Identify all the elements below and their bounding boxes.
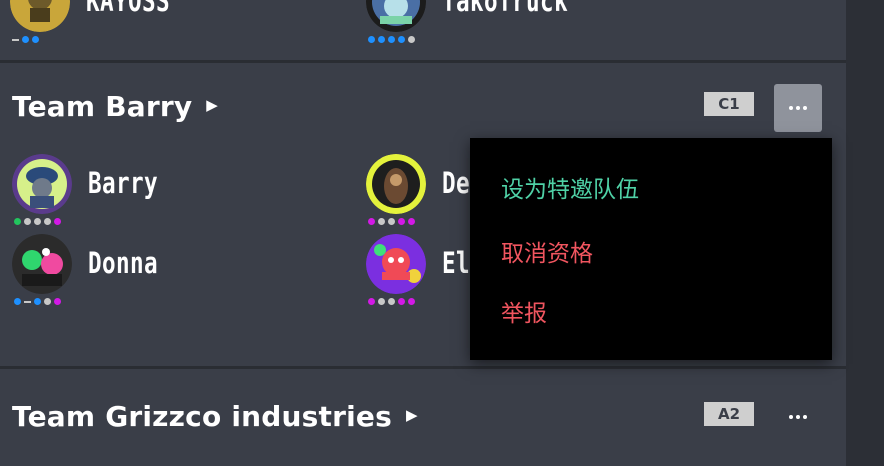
weapon-dot bbox=[22, 36, 29, 43]
weapon-dot bbox=[378, 218, 385, 225]
weapon-dot bbox=[14, 218, 21, 225]
weapon-dot bbox=[408, 218, 415, 225]
set-as-featured-team-item[interactable]: 设为特邀队伍 bbox=[501, 170, 639, 204]
expand-triangle-icon[interactable]: ▶ bbox=[206, 96, 218, 114]
weapon-dots bbox=[12, 36, 39, 43]
scrollbar-track[interactable] bbox=[846, 0, 884, 466]
weapon-dot bbox=[12, 38, 19, 41]
team-name: Team Barry bbox=[12, 90, 193, 123]
more-options-button[interactable] bbox=[774, 84, 822, 132]
team-title[interactable]: Team Grizzco industries ▶ bbox=[12, 400, 418, 433]
weapon-dot bbox=[398, 36, 405, 43]
player-avatar bbox=[10, 0, 70, 32]
weapon-dot bbox=[32, 36, 39, 43]
team-title[interactable]: Team Barry ▶ bbox=[12, 90, 218, 123]
weapon-dot bbox=[388, 36, 395, 43]
player-name: Barry bbox=[88, 166, 159, 200]
context-menu: 设为特邀队伍 取消资格 举报 bbox=[470, 138, 832, 360]
weapon-dot bbox=[368, 36, 375, 43]
weapon-dot bbox=[368, 298, 375, 305]
more-dots-icon bbox=[789, 106, 807, 110]
weapon-dot bbox=[44, 218, 51, 225]
weapon-dot bbox=[408, 36, 415, 43]
player-avatar bbox=[12, 154, 72, 214]
division-badge: C1 bbox=[704, 92, 754, 116]
weapon-dot bbox=[378, 36, 385, 43]
player-name: KAYOSS bbox=[86, 0, 171, 18]
section-divider bbox=[0, 366, 846, 369]
player-avatar bbox=[366, 154, 426, 214]
weapon-dot bbox=[24, 218, 31, 225]
weapon-dot bbox=[34, 218, 41, 225]
weapon-dot bbox=[24, 300, 31, 303]
weapon-dot bbox=[388, 298, 395, 305]
weapon-dot bbox=[14, 298, 21, 305]
weapon-dots bbox=[14, 218, 61, 225]
weapon-dot bbox=[398, 298, 405, 305]
weapon-dot bbox=[54, 298, 61, 305]
player-avatar bbox=[366, 0, 426, 32]
section-divider bbox=[0, 60, 846, 63]
player-avatar bbox=[366, 234, 426, 294]
player-avatar bbox=[12, 234, 72, 294]
expand-triangle-icon[interactable]: ▶ bbox=[406, 406, 418, 424]
weapon-dot bbox=[54, 218, 61, 225]
more-dots-icon bbox=[789, 415, 807, 419]
weapon-dots bbox=[14, 298, 61, 305]
weapon-dot bbox=[408, 298, 415, 305]
weapon-dot bbox=[44, 298, 51, 305]
weapon-dot bbox=[368, 218, 375, 225]
report-item[interactable]: 举报 bbox=[501, 294, 547, 328]
weapon-dots bbox=[368, 298, 415, 305]
weapon-dots bbox=[368, 218, 415, 225]
more-options-button[interactable] bbox=[774, 393, 822, 441]
disqualify-item[interactable]: 取消资格 bbox=[501, 234, 593, 268]
weapon-dot bbox=[34, 298, 41, 305]
player-name: TakoTruck bbox=[442, 0, 569, 18]
division-badge: A2 bbox=[704, 402, 754, 426]
weapon-dot bbox=[398, 218, 405, 225]
weapon-dot bbox=[378, 298, 385, 305]
player-name: Donna bbox=[88, 246, 159, 280]
team-name: Team Grizzco industries bbox=[12, 400, 392, 433]
weapon-dot bbox=[388, 218, 395, 225]
weapon-dots bbox=[368, 36, 415, 43]
